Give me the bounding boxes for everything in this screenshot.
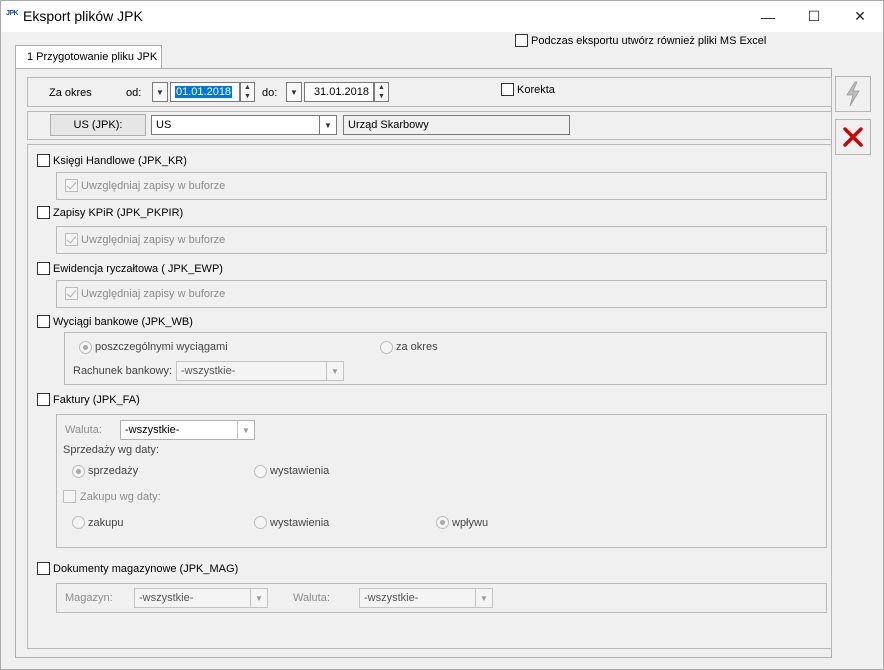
from-label: od: (126, 87, 142, 99)
correction-checkbox[interactable] (501, 83, 514, 96)
period-group (27, 77, 832, 107)
export-button[interactable] (835, 76, 871, 112)
fa-sales-radio-label: sprzedaży (88, 465, 139, 477)
us-jpk-button[interactable]: US (JPK): (50, 114, 146, 136)
ewp-buffer-checkbox[interactable] (65, 287, 78, 300)
office-name-field: Urząd Skarbowy (343, 115, 570, 135)
to-label: do: (262, 87, 278, 99)
kr-buffer-label: Uwzględniaj zapisy w buforze (81, 180, 226, 192)
fa-sales-radio[interactable] (72, 465, 85, 478)
fa-purchase-issue-label: wystawienia (270, 517, 330, 529)
period-label: Za okres (49, 87, 92, 99)
fa-sales-issue-label: wystawienia (270, 465, 330, 477)
fa-purchase-radio-label: zakupu (88, 517, 124, 529)
to-date-input[interactable]: 31.01.2018 (304, 82, 374, 102)
mag-warehouse-combo[interactable]: -wszystkie- ▼ (134, 588, 268, 608)
chevron-down-icon[interactable]: ▼ (237, 421, 254, 439)
mag-currency-label: Waluta: (293, 592, 330, 604)
close-icon (843, 127, 863, 147)
kr-checkbox[interactable] (37, 154, 50, 167)
fa-sales-by-date-label: Sprzedaży wg daty: (63, 444, 159, 456)
tab-label: 1 Przygotowanie pliku JPK (27, 51, 158, 63)
wb-account-label: Rachunek bankowy: (73, 365, 173, 377)
kr-buffer-checkbox[interactable] (65, 179, 78, 192)
fa-sales-issue-radio[interactable] (254, 465, 267, 478)
lightning-icon (846, 81, 860, 107)
fa-currency-value: -wszystkie- (125, 424, 180, 436)
fa-purchase-receipt-radio[interactable] (436, 516, 449, 529)
pkpir-buffer-checkbox[interactable] (65, 233, 78, 246)
title-bar: JPK Eksport plików JPK — ☐ ✕ (1, 1, 883, 32)
jpk-app-icon: JPK (6, 10, 19, 17)
pkpir-checkbox[interactable] (37, 206, 50, 219)
fa-currency-label: Waluta: (65, 424, 102, 436)
fa-purchase-by-date-label: Zakupu wg daty: (80, 491, 161, 503)
pkpir-buffer-label: Uwzględniaj zapisy w buforze (81, 234, 226, 246)
mag-label: Dokumenty magazynowe (JPK_MAG) (53, 563, 239, 575)
mag-warehouse-value: -wszystkie- (139, 592, 194, 604)
wb-period-radio[interactable] (380, 341, 393, 354)
wb-label: Wyciągi bankowe (JPK_WB) (53, 316, 193, 328)
minimize-button[interactable]: — (745, 1, 791, 32)
window-title: Eksport plików JPK (23, 8, 143, 24)
correction-label: Korekta (517, 84, 555, 96)
tab-przygotowanie[interactable]: 1 Przygotowanie pliku JPK (15, 45, 162, 69)
fa-purchase-receipt-label: wpływu (452, 517, 489, 529)
maximize-button[interactable]: ☐ (791, 1, 837, 32)
ewp-checkbox[interactable] (37, 262, 50, 275)
excel-export-checkbox[interactable] (515, 34, 528, 47)
chevron-down-icon[interactable]: ▼ (250, 589, 267, 607)
wb-individual-radio[interactable] (79, 341, 92, 354)
mag-currency-combo[interactable]: -wszystkie- ▼ (359, 588, 493, 608)
cancel-button[interactable] (835, 119, 871, 155)
pkpir-label: Zapisy KPiR (JPK_PKPIR) (53, 207, 184, 219)
kr-label: Księgi Handlowe (JPK_KR) (53, 155, 187, 167)
office-code-combo[interactable]: US ▼ (151, 115, 337, 135)
from-date-input[interactable]: 01.01.2018 (170, 82, 240, 102)
fa-purchase-issue-radio[interactable] (254, 516, 267, 529)
mag-warehouse-label: Magazyn: (65, 592, 113, 604)
office-code-value: US (156, 119, 172, 131)
from-date-spinner[interactable]: ▲ ▼ (240, 82, 255, 102)
wb-account-value: -wszystkie- (181, 365, 236, 377)
fa-checkbox[interactable] (37, 393, 50, 406)
us-jpk-button-label: US (JPK): (73, 119, 123, 131)
chevron-down-icon[interactable]: ▼ (475, 589, 492, 607)
ewp-label: Ewidencja ryczałtowa ( JPK_EWP) (53, 263, 223, 275)
mag-currency-value: -wszystkie- (364, 592, 419, 604)
export-window: JPK Eksport plików JPK — ☐ ✕ Podczas eks… (0, 0, 884, 670)
fa-label: Faktury (JPK_FA) (53, 394, 140, 406)
to-date-dropdown-button[interactable]: ▼ (286, 82, 302, 102)
fa-purchase-radio[interactable] (72, 516, 85, 529)
chevron-down-icon[interactable]: ▼ (326, 362, 343, 380)
fa-currency-combo[interactable]: -wszystkie- ▼ (120, 420, 255, 440)
mag-checkbox[interactable] (37, 562, 50, 575)
ewp-buffer-label: Uwzględniaj zapisy w buforze (81, 288, 226, 300)
close-window-button[interactable]: ✕ (837, 1, 883, 32)
wb-account-combo[interactable]: -wszystkie- ▼ (176, 361, 344, 381)
excel-export-label: Podczas eksportu utwórz również pliki MS… (531, 35, 767, 47)
chevron-down-icon[interactable]: ▼ (319, 116, 336, 134)
from-date-dropdown-button[interactable]: ▼ (152, 82, 168, 102)
wb-individual-label: poszczególnymi wyciągami (95, 341, 228, 353)
to-date-spinner[interactable]: ▲ ▼ (374, 82, 389, 102)
wb-period-label: za okres (396, 341, 438, 353)
wb-checkbox[interactable] (37, 315, 50, 328)
fa-purchase-checkbox[interactable] (63, 490, 76, 503)
